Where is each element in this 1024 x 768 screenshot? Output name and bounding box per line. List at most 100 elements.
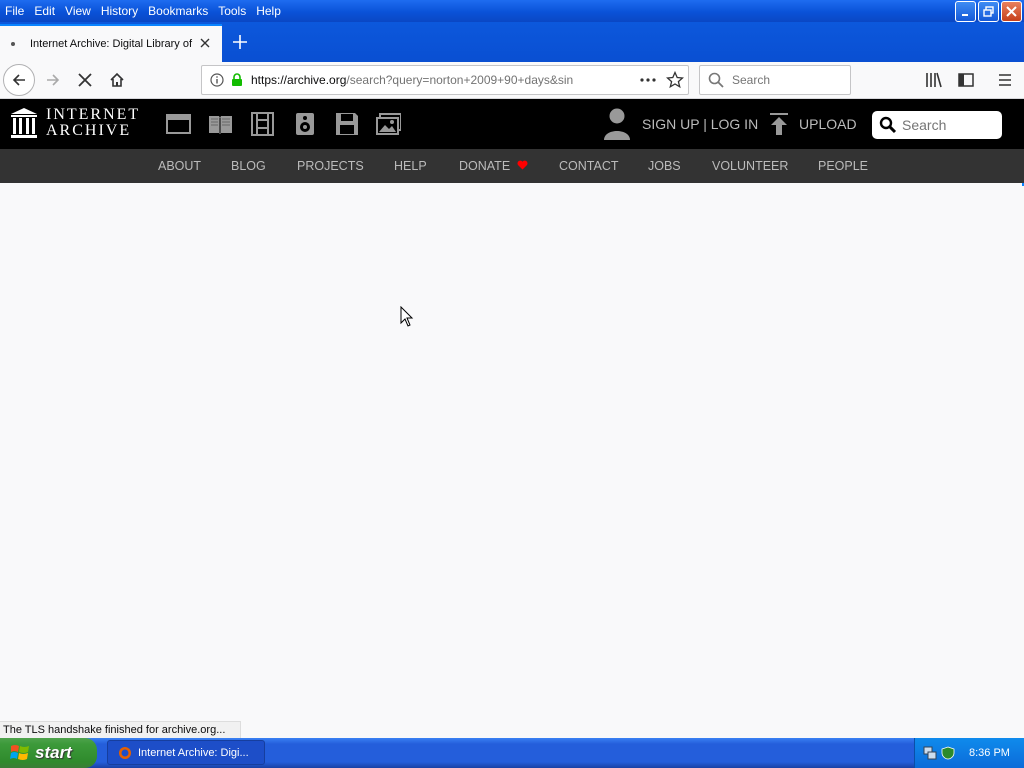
- bookmark-star-button[interactable]: [665, 70, 685, 92]
- home-icon: [110, 72, 124, 87]
- nav-help[interactable]: HELP: [394, 159, 427, 173]
- page-content-area: [0, 183, 1024, 721]
- nav-toolbar: https://archive.org/search?query=norton+…: [0, 62, 1024, 99]
- ia-search-box[interactable]: [872, 111, 1002, 139]
- url-host: https://archive.org: [251, 73, 347, 87]
- ia-temple-logo-icon: [11, 108, 37, 138]
- taskbar: start Internet Archive: Digi... 8:36 PM: [0, 738, 1024, 768]
- images-button[interactable]: [376, 111, 401, 136]
- ia-nav-bar: ABOUT BLOG PROJECTS HELP DONATE CONTACT …: [0, 149, 1024, 183]
- info-icon[interactable]: [210, 73, 224, 87]
- upload-icon[interactable]: [769, 112, 789, 139]
- tab-close-button[interactable]: [200, 37, 210, 51]
- menu-file[interactable]: File: [0, 3, 29, 19]
- nav-donate[interactable]: DONATE: [459, 159, 528, 173]
- system-tray: 8:36 PM: [914, 738, 1024, 768]
- audio-button[interactable]: [292, 111, 317, 136]
- search-icon: [879, 116, 897, 134]
- restore-button[interactable]: [978, 1, 999, 22]
- stop-button[interactable]: [69, 64, 101, 96]
- sidebar-icon: [958, 73, 974, 87]
- forward-button[interactable]: [37, 64, 69, 96]
- new-tab-button[interactable]: [230, 32, 250, 52]
- ia-media-icons: [166, 111, 401, 136]
- security-shield-icon[interactable]: [941, 746, 955, 760]
- library-button[interactable]: [918, 64, 950, 96]
- stop-icon: [78, 73, 92, 87]
- browser-search-input[interactable]: [732, 73, 842, 87]
- menu-button[interactable]: [989, 64, 1021, 96]
- arrow-left-icon: [12, 74, 25, 86]
- library-icon: [926, 72, 942, 88]
- texts-button[interactable]: [208, 111, 233, 136]
- taskbar-item-firefox[interactable]: Internet Archive: Digi...: [107, 740, 265, 765]
- web-icon: [166, 113, 191, 134]
- user-icon: [604, 108, 630, 140]
- menu-help[interactable]: Help: [251, 3, 286, 19]
- user-button[interactable]: [603, 107, 631, 144]
- close-window-button[interactable]: [1001, 1, 1022, 22]
- menu-view[interactable]: View: [60, 3, 96, 19]
- nav-people[interactable]: PEOPLE: [818, 159, 868, 173]
- film-icon: [251, 111, 274, 136]
- ia-search-input[interactable]: [902, 117, 992, 133]
- network-icon[interactable]: [923, 746, 937, 760]
- url-bar[interactable]: https://archive.org/search?query=norton+…: [201, 65, 689, 95]
- search-icon: [708, 72, 724, 88]
- nav-blog[interactable]: BLOG: [231, 159, 266, 173]
- signup-login-link[interactable]: SIGN UP | LOG IN: [642, 116, 758, 132]
- status-bar: The TLS handshake finished for archive.o…: [0, 721, 241, 738]
- start-button[interactable]: start: [0, 738, 97, 768]
- nav-jobs[interactable]: JOBS: [648, 159, 681, 173]
- video-button[interactable]: [250, 111, 275, 136]
- images-icon: [376, 112, 401, 135]
- nav-donate-label: DONATE: [459, 159, 511, 173]
- ia-logo-line1: INTERNET: [46, 106, 141, 123]
- taskbar-item-label: Internet Archive: Digi...: [138, 746, 249, 759]
- window-controls: [955, 1, 1022, 22]
- book-icon: [209, 115, 232, 134]
- web-archive-button[interactable]: [166, 111, 191, 136]
- heart-icon: [517, 160, 528, 170]
- mouse-cursor-icon: [400, 306, 414, 327]
- clock: 8:36 PM: [969, 747, 1010, 759]
- url-path: /search?query=norton+2009+90+days&sin: [346, 73, 574, 87]
- speaker-icon: [295, 112, 314, 135]
- minimize-icon: [962, 14, 968, 16]
- page-actions-button[interactable]: [639, 71, 657, 92]
- close-icon: [1006, 6, 1017, 17]
- tab-strip: Internet Archive: Digital Library of: [0, 22, 1024, 62]
- home-button[interactable]: [101, 64, 133, 96]
- tab-internet-archive[interactable]: Internet Archive: Digital Library of: [0, 24, 222, 62]
- menu-history[interactable]: History: [96, 3, 143, 19]
- sidebar-button[interactable]: [950, 64, 982, 96]
- nav-contact[interactable]: CONTACT: [559, 159, 619, 173]
- tab-title: Internet Archive: Digital Library of: [30, 38, 193, 50]
- menu-tools[interactable]: Tools: [213, 3, 251, 19]
- back-button[interactable]: [3, 64, 35, 96]
- url-text[interactable]: https://archive.org/search?query=norton+…: [251, 73, 601, 87]
- software-button[interactable]: [334, 111, 359, 136]
- hamburger-icon: [999, 74, 1011, 86]
- ia-header: INTERNET ARCHIVE SIGN UP | LOG IN UPLOAD: [0, 99, 1024, 149]
- nav-projects[interactable]: PROJECTS: [297, 159, 364, 173]
- windows-logo-icon: [10, 745, 29, 760]
- menu-bookmarks[interactable]: Bookmarks: [143, 3, 213, 19]
- loading-dot-icon: [11, 42, 15, 46]
- ia-logo-line2: ARCHIVE: [46, 122, 132, 139]
- ia-logo[interactable]: INTERNET ARCHIVE: [10, 107, 140, 139]
- upload-link[interactable]: UPLOAD: [799, 116, 857, 132]
- restore-icon: [983, 6, 994, 17]
- plus-icon: [233, 35, 247, 49]
- menu-edit[interactable]: Edit: [29, 3, 60, 19]
- nav-volunteer[interactable]: VOLUNTEER: [712, 159, 788, 173]
- ellipsis-icon: [640, 78, 656, 82]
- menu-bar: File Edit View History Bookmarks Tools H…: [0, 0, 1024, 22]
- minimize-button[interactable]: [955, 1, 976, 22]
- lock-icon[interactable]: [231, 73, 243, 87]
- start-label: start: [35, 743, 72, 762]
- close-icon: [200, 38, 210, 48]
- nav-about[interactable]: ABOUT: [158, 159, 201, 173]
- floppy-disk-icon: [335, 112, 358, 135]
- browser-search-bar[interactable]: [699, 65, 851, 95]
